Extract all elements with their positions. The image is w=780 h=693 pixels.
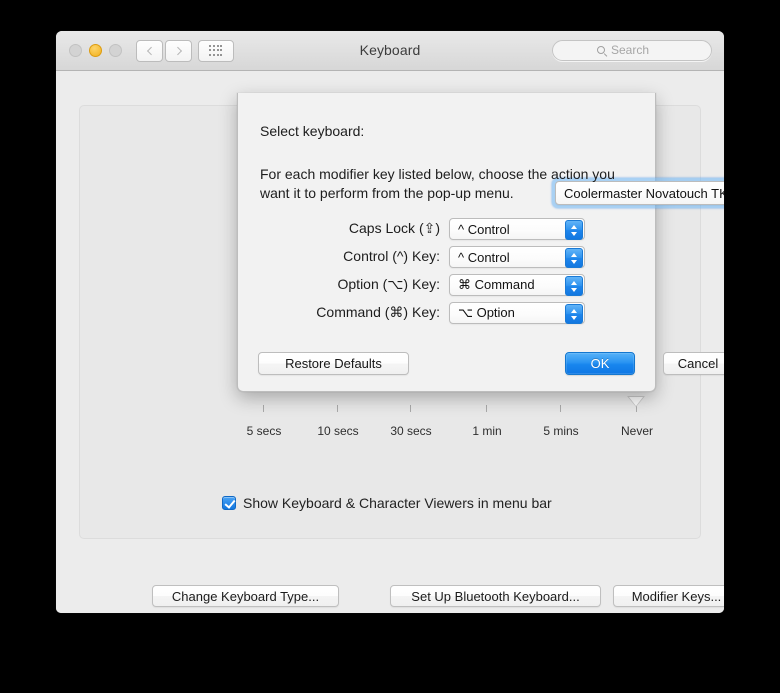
slider-label-3: 1 min bbox=[472, 424, 501, 438]
chevron-updown-icon[interactable] bbox=[565, 304, 583, 324]
search-placeholder: Search bbox=[611, 43, 649, 57]
modifier-value-option: ⌘ Command bbox=[450, 277, 535, 293]
ok-button[interactable]: OK bbox=[565, 352, 635, 375]
modifier-row-option: Option (⌥) Key: ⌘ Command bbox=[449, 274, 585, 296]
change-keyboard-type-button[interactable]: Change Keyboard Type... bbox=[152, 585, 339, 607]
modifier-label-command: Command (⌘) Key: bbox=[316, 304, 440, 321]
modifier-popup-control[interactable]: ^ Control bbox=[449, 246, 585, 268]
slider-tick bbox=[410, 405, 411, 412]
modifier-popup-option[interactable]: ⌘ Command bbox=[449, 274, 585, 296]
modifier-row-command: Command (⌘) Key: ⌥ Option bbox=[449, 302, 585, 324]
slider-label-0: 5 secs bbox=[247, 424, 282, 438]
restore-defaults-button[interactable]: Restore Defaults bbox=[258, 352, 409, 375]
slider-label-5: Never bbox=[621, 424, 653, 438]
slider-knob[interactable] bbox=[627, 396, 645, 407]
modifier-value-control: ^ Control bbox=[450, 250, 510, 265]
window-titlebar: Keyboard Search bbox=[56, 31, 724, 71]
slider-tick bbox=[337, 405, 338, 412]
cancel-button[interactable]: Cancel bbox=[663, 352, 724, 375]
keyboard-preferences-window: Keyboard Search 5 secs 10 secs 30 secs 1… bbox=[56, 31, 724, 613]
modifier-label-control: Control (^) Key: bbox=[343, 248, 440, 264]
modifier-label-option: Option (⌥) Key: bbox=[338, 276, 441, 293]
search-icon bbox=[597, 46, 605, 54]
modifier-row-control: Control (^) Key: ^ Control bbox=[449, 246, 585, 268]
select-keyboard-label: Select keyboard: bbox=[260, 123, 364, 139]
setup-bluetooth-keyboard-button[interactable]: Set Up Bluetooth Keyboard... bbox=[390, 585, 601, 607]
chevron-updown-icon[interactable] bbox=[565, 248, 583, 268]
sheet-separator bbox=[238, 334, 655, 335]
chevron-updown-icon[interactable] bbox=[565, 220, 583, 240]
slider-label-4: 5 mins bbox=[543, 424, 578, 438]
slider-tick bbox=[486, 405, 487, 412]
slider-label-2: 30 secs bbox=[390, 424, 431, 438]
slider-tick bbox=[560, 405, 561, 412]
show-viewers-checkbox-row[interactable]: Show Keyboard & Character Viewers in men… bbox=[222, 495, 552, 511]
modifier-row-caps-lock: Caps Lock (⇪) ^ Control bbox=[449, 218, 585, 240]
search-input[interactable]: Search bbox=[552, 40, 712, 61]
checkbox-checked-icon[interactable] bbox=[222, 496, 236, 510]
modifier-popup-command[interactable]: ⌥ Option bbox=[449, 302, 585, 324]
modifier-label-caps-lock: Caps Lock (⇪) bbox=[349, 220, 440, 237]
sheet-description: For each modifier key listed below, choo… bbox=[260, 165, 628, 203]
modifier-keys-button[interactable]: Modifier Keys... bbox=[613, 585, 724, 607]
slider-tick bbox=[263, 405, 264, 412]
modifier-keys-sheet: Select keyboard: Coolermaster Novatouch … bbox=[237, 93, 656, 392]
modifier-value-command: ⌥ Option bbox=[450, 305, 515, 321]
slider-label-1: 10 secs bbox=[317, 424, 358, 438]
chevron-updown-icon[interactable] bbox=[565, 276, 583, 296]
show-viewers-label: Show Keyboard & Character Viewers in men… bbox=[243, 495, 552, 511]
modifier-popup-caps-lock[interactable]: ^ Control bbox=[449, 218, 585, 240]
modifier-value-caps-lock: ^ Control bbox=[450, 222, 510, 237]
